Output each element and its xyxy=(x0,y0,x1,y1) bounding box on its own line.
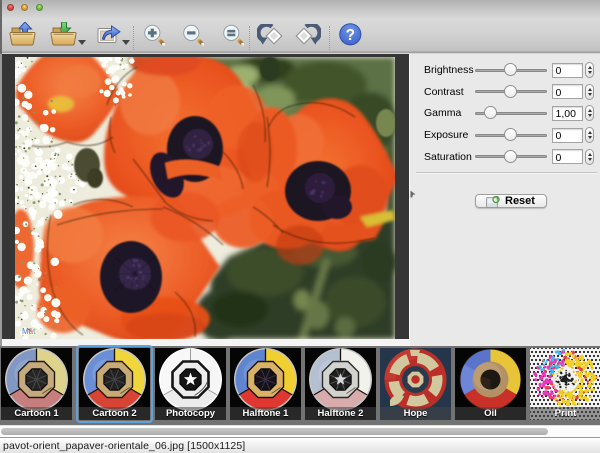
svg-text:?: ? xyxy=(346,26,355,43)
svg-text:Māt: Māt xyxy=(22,327,36,336)
